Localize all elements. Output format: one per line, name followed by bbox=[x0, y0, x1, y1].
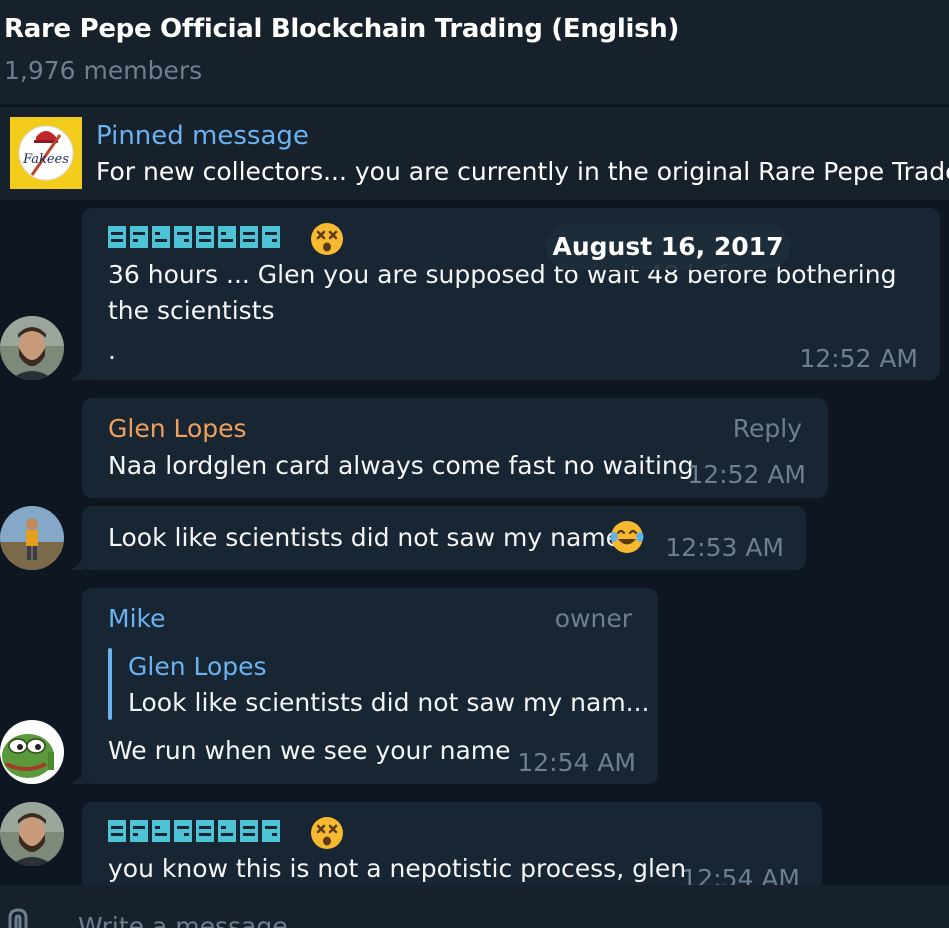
message-text: you know this is not a nepotistic proces… bbox=[108, 854, 687, 883]
message-time: 12:52 AM bbox=[799, 344, 918, 373]
sender-name-glyphs[interactable] bbox=[108, 224, 298, 252]
message-text: Naa lordglen card always come fast no wa… bbox=[108, 451, 694, 480]
dizzy-face-emoji-icon bbox=[311, 817, 343, 849]
message-bubble[interactable]: Mike owner Glen Lopes Look like scientis… bbox=[82, 588, 658, 784]
message-bubble[interactable]: Glen Lopes Reply Naa lordglen card alway… bbox=[82, 398, 828, 498]
avatar[interactable] bbox=[0, 720, 64, 784]
message-text: . bbox=[108, 336, 116, 365]
thumb-logo-text: Fakees bbox=[22, 152, 69, 167]
telegram-chat-window: Rare Pepe Official Blockchain Trading (E… bbox=[0, 0, 949, 928]
bubble-tail bbox=[70, 362, 86, 380]
message-text: the scientists bbox=[108, 296, 275, 325]
quote-sender[interactable]: Glen Lopes bbox=[128, 652, 267, 681]
pepe-frog-icon bbox=[0, 720, 64, 784]
pinned-label: Pinned message bbox=[96, 121, 309, 151]
message-time: 12:53 AM bbox=[665, 533, 784, 562]
message-text: We run when we see your name bbox=[108, 736, 511, 765]
message-text: Look like scientists did not saw my name bbox=[108, 523, 622, 552]
date-separator: August 16, 2017 bbox=[546, 224, 790, 270]
owner-badge: owner bbox=[554, 604, 632, 633]
message-time: 12:54 AM bbox=[517, 748, 636, 777]
avatar[interactable] bbox=[0, 316, 64, 380]
sender-name[interactable]: Glen Lopes bbox=[108, 414, 247, 443]
user-photo-icon bbox=[0, 506, 64, 570]
pinned-text: For new collectors... you are currently … bbox=[96, 157, 949, 186]
pinned-thumbnail: Fakees bbox=[10, 117, 82, 189]
message-input[interactable]: Write a message... bbox=[78, 912, 311, 928]
avatar[interactable] bbox=[0, 506, 64, 570]
message-bubble[interactable]: Look like scientists did not saw my name… bbox=[82, 506, 806, 570]
bubble-tail bbox=[70, 766, 86, 784]
quote-text[interactable]: Look like scientists did not saw my nam.… bbox=[128, 688, 650, 717]
user-photo-icon bbox=[0, 802, 64, 866]
bubble-tail bbox=[70, 552, 86, 570]
sender-name[interactable]: Mike bbox=[108, 604, 165, 633]
fakees-logo-icon: Fakees bbox=[10, 117, 82, 189]
member-count: 1,976 members bbox=[4, 56, 203, 85]
message-bubble[interactable]: 36 hours ... Glen you are supposed to wa… bbox=[82, 208, 940, 380]
attach-icon[interactable] bbox=[4, 906, 40, 928]
pinned-message-bar[interactable]: Fakees Pinned message For new collectors… bbox=[0, 106, 949, 200]
sender-name-glyphs[interactable] bbox=[108, 818, 298, 846]
message-time: 12:52 AM bbox=[687, 460, 806, 489]
dizzy-face-emoji-icon bbox=[311, 223, 343, 255]
quote-bar bbox=[108, 648, 112, 720]
tears-of-joy-emoji-icon bbox=[610, 521, 644, 553]
chat-title[interactable]: Rare Pepe Official Blockchain Trading (E… bbox=[4, 14, 679, 44]
avatar[interactable] bbox=[0, 802, 64, 866]
user-photo-icon bbox=[0, 316, 64, 380]
reply-button[interactable]: Reply bbox=[733, 414, 802, 443]
chat-header[interactable]: Rare Pepe Official Blockchain Trading (E… bbox=[0, 0, 949, 104]
